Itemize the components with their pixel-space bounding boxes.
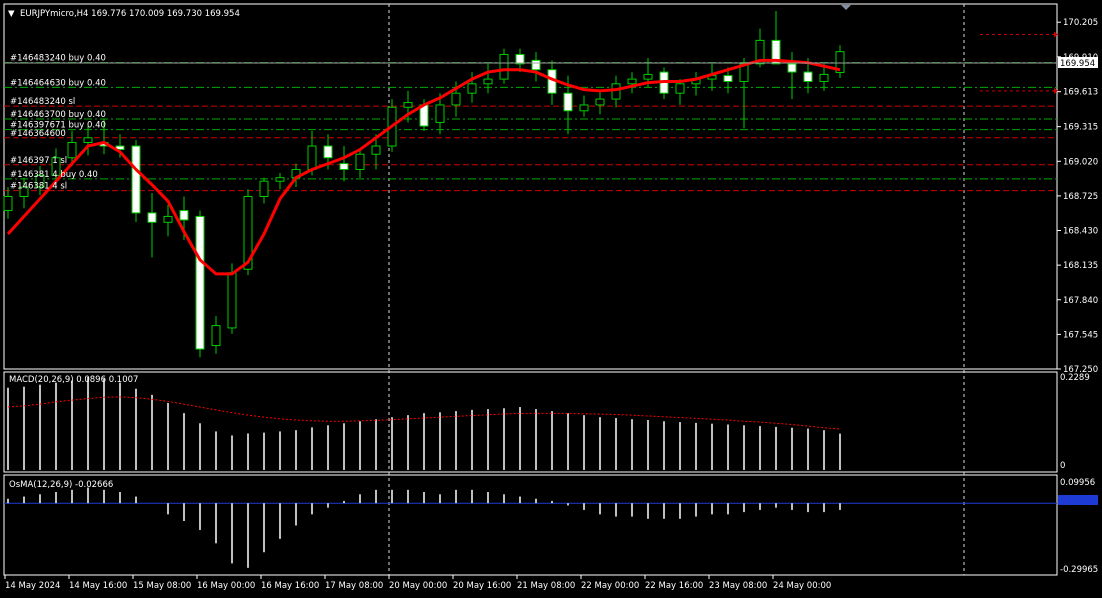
bull-candle <box>403 102 413 108</box>
bull-candle <box>451 92 461 106</box>
bull-candle <box>819 73 829 82</box>
time-tick-label: 20 May 16:00 <box>453 581 511 591</box>
trade-label: #146381 4 buy 0.40 <box>10 170 98 180</box>
time-tick-label: 16 May 16:00 <box>261 581 319 591</box>
bull-candle <box>435 104 445 124</box>
trade-label: #146397 1 sl <box>10 156 67 166</box>
trade-label: #146483240 buy 0.40 <box>10 54 106 64</box>
menu-arrow-icon[interactable]: ▼ <box>8 9 15 19</box>
bull-candle <box>595 98 605 106</box>
trading-chart[interactable]: ▼ EURJPYmicro,H4 169.776 170.009 169.730… <box>0 0 1102 598</box>
osma-scale-top: 0.09956 <box>1060 478 1095 488</box>
time-tick-label: 15 May 08:00 <box>133 581 191 591</box>
bull-candle <box>211 325 221 347</box>
price-tick-label: 168.430 <box>1063 227 1098 237</box>
trade-label: #146483240 sl <box>10 97 75 107</box>
bull-candle <box>483 78 493 85</box>
bull-candle <box>275 177 285 182</box>
bear-candle <box>531 59 541 71</box>
bull-candle <box>499 53 509 80</box>
price-tick-label: 168.135 <box>1063 261 1098 271</box>
trade-label: #146364600 <box>10 129 66 139</box>
macd-scale-top: 0.2289 <box>1060 373 1090 383</box>
price-tick-label: 169.613 <box>1063 88 1098 98</box>
bull-candle <box>227 272 237 329</box>
macd-scale-zero: 0 <box>1060 461 1065 471</box>
price-tick-label: 167.840 <box>1063 296 1098 306</box>
time-tick-label: 16 May 00:00 <box>197 581 255 591</box>
bear-candle <box>803 71 813 82</box>
osma-scale-bottom: -0.29965 <box>1060 565 1098 575</box>
bull-candle <box>675 83 685 94</box>
trade-label: #146381 4 sl <box>10 182 67 192</box>
time-tick-label: 22 May 16:00 <box>645 581 703 591</box>
osma-title: OsMA(12,26,9) -0.02666 <box>9 480 113 490</box>
time-tick-label: 22 May 00:00 <box>581 581 639 591</box>
time-tick-label: 24 May 00:00 <box>773 581 831 591</box>
time-tick-label: 14 May 2024 <box>5 581 60 591</box>
time-tick-label: 23 May 08:00 <box>709 581 767 591</box>
price-tick-label: 167.545 <box>1063 330 1098 340</box>
time-tick-label: 14 May 16:00 <box>69 581 127 591</box>
bear-candle <box>179 210 189 221</box>
price-tick-label: 170.205 <box>1063 18 1098 28</box>
bull-candle <box>627 78 637 85</box>
bear-candle <box>515 53 525 65</box>
bear-candle <box>787 63 797 73</box>
bear-candle <box>723 75 733 82</box>
trade-label: #146463700 buy 0.40 <box>10 110 106 120</box>
symbol-info: EURJPYmicro,H4 169.776 170.009 169.730 1… <box>20 9 240 19</box>
bear-candle <box>147 212 157 223</box>
macd-title: MACD(20,26,9) 0.0896 0.1007 <box>9 375 138 385</box>
current-price-label: 169.954 <box>1060 59 1095 69</box>
time-tick-label: 21 May 08:00 <box>517 581 575 591</box>
bear-candle <box>131 145 141 214</box>
bull-candle <box>579 104 589 112</box>
bull-candle <box>3 195 13 212</box>
bull-candle <box>611 83 621 100</box>
bull-candle <box>83 137 93 143</box>
bull-candle <box>307 145 317 170</box>
trade-label: #146464630 buy 0.40 <box>10 78 106 88</box>
price-tick-label: 169.020 <box>1063 157 1098 167</box>
bear-candle <box>339 163 349 170</box>
price-tick-label: 168.725 <box>1063 192 1098 202</box>
bear-candle <box>323 145 333 159</box>
time-tick-label: 20 May 00:00 <box>389 581 447 591</box>
bear-candle <box>195 215 205 350</box>
osma-current-label: -0.02666 <box>1060 496 1096 505</box>
price-tick-label: 169.315 <box>1063 123 1098 133</box>
bull-candle <box>163 215 173 223</box>
bull-candle <box>643 73 653 80</box>
bull-candle <box>371 145 381 155</box>
bear-candle <box>563 92 573 112</box>
bull-candle <box>467 83 477 94</box>
bull-candle <box>67 141 77 159</box>
bull-candle <box>259 180 269 197</box>
bull-candle <box>355 153 365 170</box>
time-tick-label: 17 May 08:00 <box>325 581 383 591</box>
